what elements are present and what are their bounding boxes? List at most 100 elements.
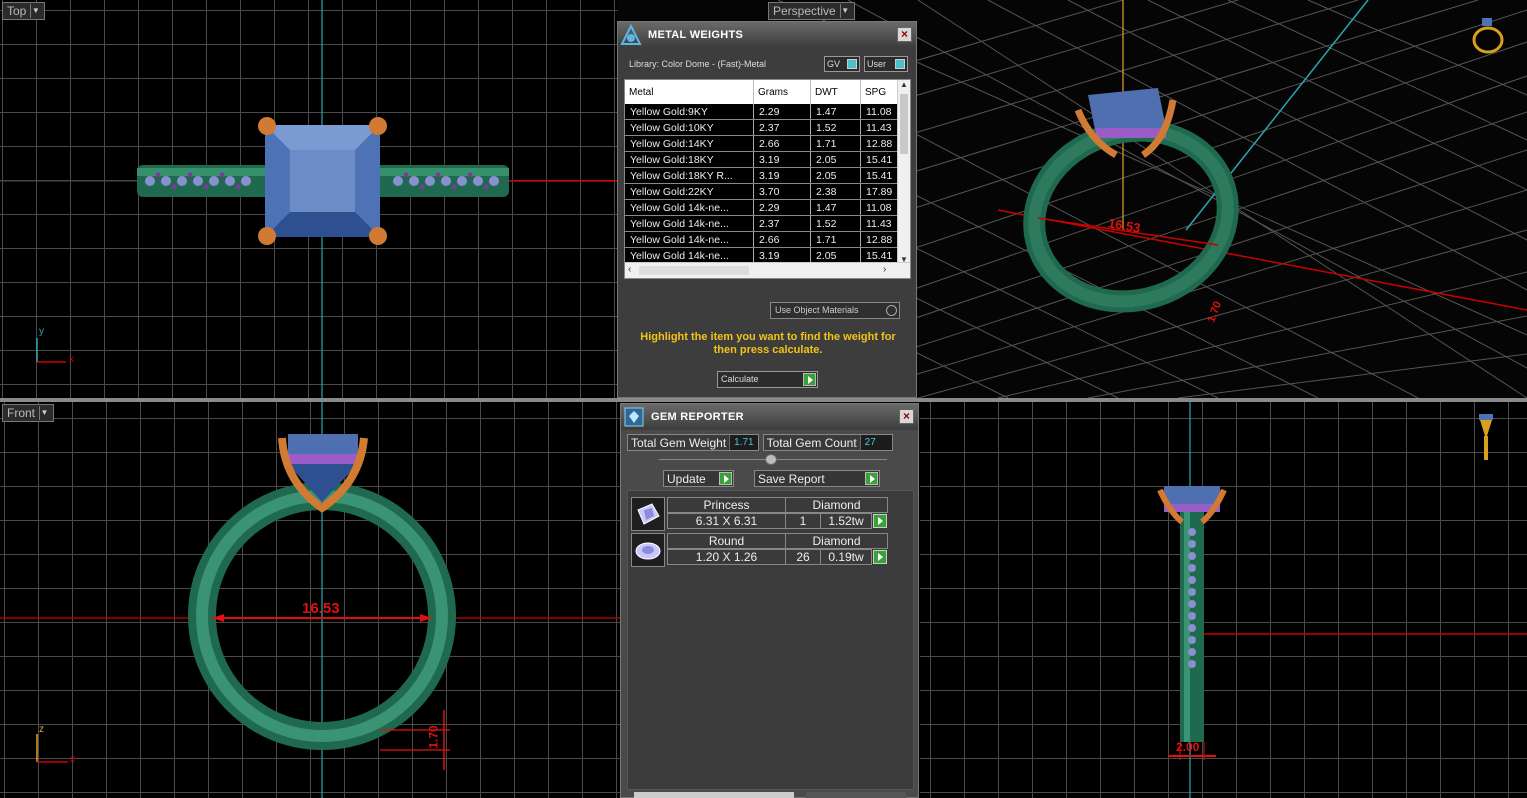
viewport-front[interactable]: Front ▼ 16.53 1.70 z x: [0, 402, 620, 798]
panel-title-bar[interactable]: GEM REPORTER ×: [621, 404, 918, 430]
metal-table[interactable]: Metal Grams DWT SPG Yellow Gold:9KY 2.29 1…: [624, 79, 911, 279]
viewport-label-front[interactable]: Front ▼: [2, 404, 55, 422]
close-icon[interactable]: ×: [897, 27, 912, 42]
scroll-left-icon[interactable]: ‹: [628, 264, 631, 275]
axis-x-label: x: [70, 754, 75, 765]
table-cell: 2.37: [754, 216, 811, 231]
save-report-button[interactable]: Save Report: [754, 470, 880, 487]
button-label: Save Report: [758, 471, 825, 486]
table-cell: 2.05: [811, 168, 861, 183]
table-cell: Yellow Gold:18KY: [625, 152, 754, 167]
table-cell: 3.19: [754, 248, 811, 263]
table-row[interactable]: Yellow Gold:18KY R... 3.19 2.05 15.41: [625, 168, 910, 184]
table-cell: Yellow Gold:14KY: [625, 136, 754, 151]
viewport-label-top[interactable]: Top ▼: [2, 2, 46, 20]
play-icon[interactable]: [865, 472, 878, 485]
table-cell: 15.41: [861, 248, 899, 263]
table-cell: Yellow Gold:22KY: [625, 184, 754, 199]
gem-qty: 1: [785, 513, 821, 529]
scroll-up-icon[interactable]: ▲: [900, 80, 908, 89]
table-cell: Yellow Gold:18KY R...: [625, 168, 754, 183]
table-cell: Yellow Gold:9KY: [625, 104, 754, 119]
table-row[interactable]: Yellow Gold 14k-ne... 2.37 1.52 11.43: [625, 216, 910, 232]
gem-row[interactable]: Round Diamond 1.20 X 1.26 26 0.19tw: [631, 533, 888, 567]
panel-title-bar[interactable]: METAL WEIGHTS ×: [618, 22, 916, 48]
calculate-button[interactable]: Calculate: [717, 371, 818, 388]
scroll-thumb[interactable]: [639, 266, 749, 275]
scale-icon: [620, 24, 642, 45]
viewport-divider: [0, 398, 1527, 402]
library-label: Library: Color Dome - (Fast)-Metal: [629, 59, 767, 69]
radio-icon[interactable]: [886, 305, 897, 316]
play-icon[interactable]: [719, 472, 732, 485]
table-cell: 1.52: [811, 120, 861, 135]
viewport-top[interactable]: Top ▼ y x: [0, 0, 618, 398]
vertical-scrollbar[interactable]: ▲ ▼: [897, 80, 910, 264]
table-cell: 2.05: [811, 152, 861, 167]
column-header[interactable]: DWT: [811, 80, 861, 104]
chevron-down-icon[interactable]: ▼: [30, 4, 40, 18]
table-cell: 12.88: [861, 232, 899, 247]
stat-label: Total Gem Weight: [631, 435, 727, 450]
column-header[interactable]: Grams: [754, 80, 811, 104]
princess-gem-icon: [631, 497, 665, 531]
scroll-right-icon[interactable]: ›: [883, 264, 886, 275]
round-gem-icon: [631, 533, 665, 567]
table-cell: Yellow Gold 14k-ne...: [625, 232, 754, 247]
dimension-label-small: 1.70: [426, 725, 441, 749]
table-row[interactable]: Yellow Gold:22KY 3.70 2.38 17.89: [625, 184, 910, 200]
stat-label: Total Gem Count: [766, 435, 857, 450]
table-cell: 11.08: [861, 200, 899, 215]
chevron-down-icon[interactable]: ▼: [839, 4, 850, 18]
gem-reporter-panel: GEM REPORTER × Total Gem Weight 1.71 Tot…: [620, 403, 919, 798]
toggle-gv[interactable]: GV: [824, 56, 860, 72]
use-object-materials-toggle[interactable]: Use Object Materials: [770, 302, 900, 319]
horizontal-scrollbar[interactable]: ‹ ›: [625, 262, 910, 278]
bottom-control[interactable]: [806, 792, 906, 798]
table-cell: 1.47: [811, 104, 861, 119]
gem-shape: Princess: [667, 497, 786, 513]
table-cell: 1.71: [811, 232, 861, 247]
toggle-user[interactable]: User: [864, 56, 908, 72]
gem-qty: 26: [785, 549, 821, 565]
play-icon[interactable]: [873, 550, 887, 564]
panel-slider[interactable]: [659, 454, 887, 465]
viewport-label-perspective[interactable]: Perspective ▼: [768, 2, 855, 20]
play-icon[interactable]: [803, 373, 816, 386]
table-row[interactable]: Yellow Gold:18KY 3.19 2.05 15.41: [625, 152, 910, 168]
table-row[interactable]: Yellow Gold 14k-ne... 2.29 1.47 11.08: [625, 200, 910, 216]
table-cell: 15.41: [861, 152, 899, 167]
close-icon[interactable]: ×: [899, 409, 914, 424]
column-header[interactable]: Metal: [625, 80, 754, 104]
table-cell: Yellow Gold 14k-ne...: [625, 200, 754, 215]
table-cell: 3.19: [754, 168, 811, 183]
top-view-model: [0, 0, 618, 398]
ring-side-preview-icon[interactable]: [1474, 412, 1498, 464]
scroll-thumb[interactable]: [900, 94, 908, 154]
chevron-down-icon[interactable]: ▼: [39, 406, 49, 420]
viewport-label-text: Perspective: [773, 4, 836, 18]
toggle-label: GV: [827, 59, 841, 69]
table-cell: 1.71: [811, 136, 861, 151]
table-cell: 1.47: [811, 200, 861, 215]
gem-row[interactable]: Princess Diamond 6.31 X 6.31 1 1.52tw: [631, 497, 888, 531]
table-cell: 2.29: [754, 200, 811, 215]
slider-knob[interactable]: [765, 454, 777, 465]
column-header[interactable]: SPG: [861, 80, 899, 104]
table-row[interactable]: Yellow Gold:9KY 2.29 1.47 11.08: [625, 104, 910, 120]
viewport-side[interactable]: 2.00: [920, 402, 1527, 798]
table-cell: 17.89: [861, 184, 899, 199]
table-cell: 2.38: [811, 184, 861, 199]
table-row[interactable]: Yellow Gold 14k-ne... 2.66 1.71 12.88: [625, 232, 910, 248]
axis-z-label: z: [39, 724, 44, 735]
dimension-label: 16.53: [302, 600, 340, 617]
play-icon[interactable]: [873, 514, 887, 528]
table-row[interactable]: Yellow Gold:10KY 2.37 1.52 11.43: [625, 120, 910, 136]
update-button[interactable]: Update: [663, 470, 734, 487]
ring-preview-icon[interactable]: [1468, 16, 1508, 56]
panel-title: METAL WEIGHTS: [648, 29, 744, 41]
stat-value: 27: [859, 435, 892, 450]
button-label: Update: [667, 471, 706, 486]
bottom-scrollbar[interactable]: [634, 792, 794, 798]
table-row[interactable]: Yellow Gold:14KY 2.66 1.71 12.88: [625, 136, 910, 152]
